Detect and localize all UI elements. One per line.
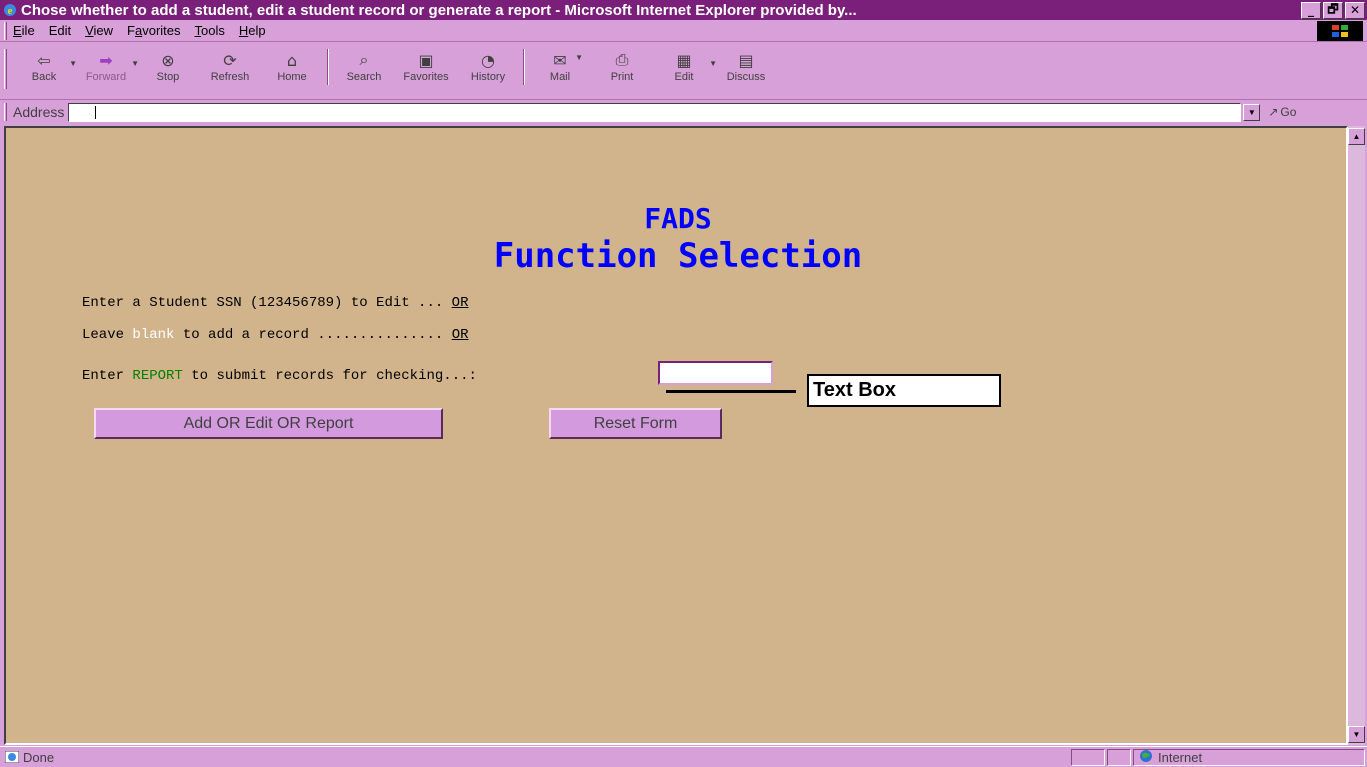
window-title: Chose whether to add a student, edit a s… (21, 1, 857, 19)
menu-bar: Eile Edit View Favorites Tools Help (0, 20, 1367, 42)
address-dropdown-icon[interactable]: ▼ (1243, 103, 1261, 121)
favorites-button[interactable]: ▣ Favorites (395, 49, 457, 84)
page-done-icon (4, 750, 20, 764)
back-arrow-icon: ⇦ (37, 50, 51, 70)
scroll-down-icon[interactable]: ▼ (1348, 726, 1365, 743)
toolbar-separator (523, 49, 525, 85)
home-icon: ⌂ (286, 50, 298, 70)
status-panel-progress (1071, 748, 1105, 766)
menu-view[interactable]: View (85, 23, 113, 38)
menu-favorites[interactable]: Favorites (127, 23, 180, 38)
history-button[interactable]: ◔ History (457, 49, 519, 84)
address-label: Address (13, 104, 65, 120)
toolbar-grip (4, 49, 7, 89)
vertical-scrollbar[interactable]: ▲ ▼ (1348, 126, 1365, 745)
report-keyword: REPORT (132, 368, 183, 384)
stop-button[interactable]: ⊗ Stop (137, 49, 199, 84)
reset-form-button[interactable]: Reset Form (549, 408, 722, 439)
discuss-icon: ▤ (738, 50, 754, 70)
print-button[interactable]: ⎙ Print (591, 49, 653, 83)
blank-keyword: blank (132, 327, 175, 343)
or-label: OR (451, 327, 469, 343)
address-bar: Address ▼ ↗ Go (0, 101, 1367, 123)
edit-instruction: Enter a Student SSN (123456789) to Edit … (82, 295, 469, 311)
add-edit-report-button[interactable]: Add OR Edit OR Report (94, 408, 443, 439)
go-arrow-icon: ↗ (1268, 105, 1279, 119)
internet-globe-icon (1138, 749, 1154, 766)
edit-button[interactable]: ▦ Edit ▼ (653, 49, 717, 84)
maximize-button[interactable]: 🗗 (1323, 1, 1343, 19)
standard-toolbar: ⇦ Back ▼ ➡ Forward ▼ ⊗ Stop ⟳ Refresh ⌂ … (0, 43, 1367, 100)
address-input[interactable] (68, 102, 1242, 122)
address-grip (4, 103, 7, 121)
page-subtitle: Function Selection (493, 236, 863, 276)
refresh-button[interactable]: ⟳ Refresh (199, 49, 261, 84)
menu-file[interactable]: Eile (13, 23, 35, 38)
toolbar-separator (327, 49, 329, 85)
search-button[interactable]: ⌕ Search (333, 49, 395, 83)
print-icon: ⎙ (615, 50, 629, 69)
minimize-button[interactable]: _ (1301, 1, 1321, 19)
student-ssn-input[interactable] (658, 361, 773, 385)
history-icon: ◔ (481, 50, 495, 70)
home-button[interactable]: ⌂ Home (261, 49, 323, 84)
discuss-button[interactable]: ▤ Discuss (715, 49, 777, 84)
status-panel-security (1107, 748, 1131, 766)
favorites-icon: ▣ (418, 50, 434, 70)
menu-help[interactable]: Help (239, 23, 266, 38)
close-button[interactable]: ✕ (1345, 1, 1365, 19)
zone-panel: Internet (1133, 748, 1365, 766)
refresh-icon: ⟳ (223, 50, 237, 70)
forward-arrow-icon: ➡ (99, 50, 113, 70)
text-box-callout: Text Box (807, 374, 1001, 407)
forward-button[interactable]: ➡ Forward ▼ (75, 49, 139, 84)
stop-icon: ⊗ (161, 50, 175, 70)
back-button[interactable]: ⇦ Back ▼ (13, 49, 77, 84)
menu-grip (4, 21, 7, 40)
or-label: OR (451, 295, 469, 311)
mail-icon: ✉ (553, 50, 567, 70)
add-instruction: Leave blank to add a record ............… (82, 327, 469, 343)
windows-logo-icon (1317, 21, 1363, 41)
page-title: FADS (644, 202, 712, 235)
scroll-up-icon[interactable]: ▲ (1348, 128, 1365, 145)
search-icon: ⌕ (359, 50, 369, 69)
callout-pointer-line (666, 390, 796, 393)
title-bar: e Chose whether to add a student, edit a… (0, 0, 1367, 20)
menu-tools[interactable]: Tools (195, 23, 225, 38)
go-button[interactable]: ↗ Go (1268, 105, 1296, 119)
text-caret (95, 105, 97, 119)
ie-icon: e (2, 2, 18, 18)
svg-text:e: e (8, 5, 13, 17)
mail-button[interactable]: ✉ Mail ▼ (529, 49, 591, 84)
status-bar: Done Internet (0, 746, 1367, 767)
report-instruction: Enter REPORT to submit records for check… (82, 368, 477, 384)
page-content: FADS Function Selection Enter a Student … (4, 126, 1348, 745)
menu-edit[interactable]: Edit (49, 23, 71, 38)
status-text: Done (23, 749, 55, 765)
mail-dropdown-icon[interactable]: ▼ (575, 53, 583, 62)
word-edit-icon: ▦ (676, 50, 692, 70)
